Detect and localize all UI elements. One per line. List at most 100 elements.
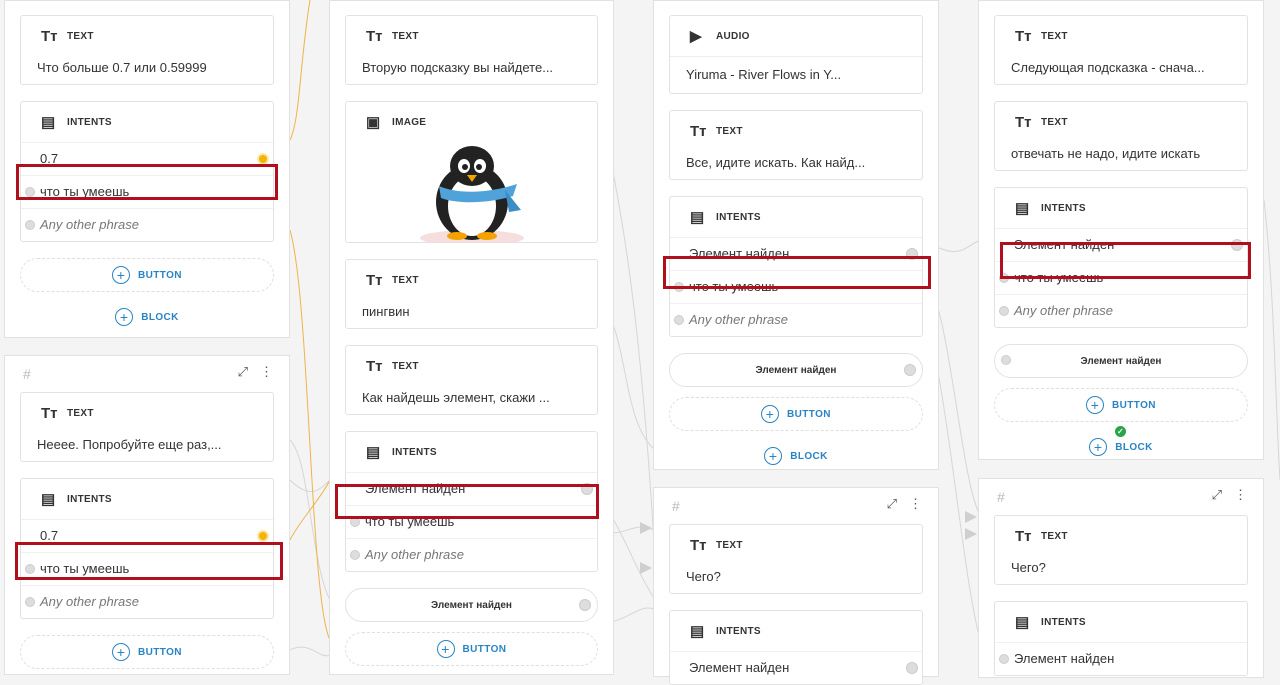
intent-row-other[interactable]: Any other phrase xyxy=(21,585,273,618)
intents-icon: ▤ xyxy=(41,491,56,508)
text-content: Вторую подсказку вы найдете... xyxy=(362,60,554,75)
text-card[interactable]: Tт TEXT отвечать не надо, идите искать xyxy=(994,101,1248,171)
add-button-button[interactable]: + BUTTON xyxy=(20,258,274,292)
text-label: TEXT xyxy=(67,30,94,42)
text-label: TEXT xyxy=(1041,530,1068,542)
intent-row[interactable]: что ты умеешь xyxy=(346,505,597,538)
connector-dot[interactable] xyxy=(25,564,35,574)
text-label: TEXT xyxy=(392,30,419,42)
image-card[interactable]: ▣ IMAGE xyxy=(345,101,598,243)
add-block-button[interactable]: + BLOCK xyxy=(654,441,938,471)
add-block-button[interactable]: ✓ + BLOCK xyxy=(979,426,1263,462)
add-block-button[interactable]: + BLOCK xyxy=(5,302,289,332)
text-content: отвечать не надо, идите искать xyxy=(1011,146,1201,161)
intents-label: INTENTS xyxy=(67,493,112,505)
text-label: TEXT xyxy=(392,274,419,286)
connector-dot[interactable] xyxy=(350,517,360,527)
intent-row-other[interactable]: Any other phrase xyxy=(346,538,597,571)
text-type-icon: Tт xyxy=(690,122,707,140)
connector-dot[interactable] xyxy=(25,187,35,197)
audio-label: AUDIO xyxy=(716,30,750,42)
plus-icon: + xyxy=(112,266,131,284)
intents-card[interactable]: ▤ INTENTS 0.7 что ты умеешь Any other phr… xyxy=(20,101,274,242)
text-card[interactable]: Tт TEXT Чего? xyxy=(994,515,1248,585)
intents-card[interactable]: ▤ INTENTS Элемент найден xyxy=(994,601,1248,676)
play-icon: ▶ xyxy=(690,28,702,45)
plus-icon: + xyxy=(761,405,780,423)
intent-row[interactable]: Элемент найден xyxy=(995,228,1247,261)
text-type-icon: Tт xyxy=(1015,113,1032,131)
text-card[interactable]: Tт TEXT пингвин xyxy=(345,259,598,329)
connect-icon[interactable]: ⤢ xyxy=(1212,488,1222,502)
connector-dot[interactable] xyxy=(257,530,269,542)
intents-icon: ▤ xyxy=(366,444,381,461)
intent-row-other[interactable]: Any other phrase xyxy=(21,208,273,241)
text-content: Чего? xyxy=(1011,560,1046,575)
connector-dot[interactable] xyxy=(581,483,593,495)
text-card[interactable]: Tт TEXT Как найдешь элемент, скажи ... xyxy=(345,345,598,415)
column-3-block-1: ▶ AUDIO Yiruma - River Flows in Y... Tт TE… xyxy=(653,0,939,470)
add-button-button[interactable]: + BUTTON xyxy=(20,635,274,669)
text-card[interactable]: Tт TEXT Нееее. Попробуйте еще раз,... xyxy=(20,392,274,462)
connector-dot[interactable] xyxy=(906,248,918,260)
intent-row[interactable]: 0.7 xyxy=(21,142,273,175)
connector-dot[interactable] xyxy=(999,306,1009,316)
connector-dot[interactable] xyxy=(999,654,1009,664)
more-icon[interactable]: ⋮ xyxy=(260,365,273,379)
connect-icon[interactable]: ⤢ xyxy=(887,497,897,511)
intent-row[interactable]: Элемент найден xyxy=(670,237,922,270)
intent-row[interactable]: что ты умеешь xyxy=(670,270,922,303)
connector-dot[interactable] xyxy=(1231,239,1243,251)
intent-row[interactable]: что ты умеешь xyxy=(21,552,273,585)
intents-card[interactable]: ▤ INTENTS Элемент найден что ты умеешь An… xyxy=(669,196,923,337)
add-button-button[interactable]: + BUTTON xyxy=(669,397,923,431)
plus-icon: + xyxy=(115,308,134,326)
connector-dot[interactable] xyxy=(25,597,35,607)
audio-card[interactable]: ▶ AUDIO Yiruma - River Flows in Y... xyxy=(669,15,923,94)
intents-card[interactable]: ▤ INTENTS Элемент найден что ты умеешь An… xyxy=(994,187,1248,328)
text-card[interactable]: Tт TEXT Следующая подсказка - снача... xyxy=(994,15,1248,85)
intent-row-other[interactable]: Any other phrase xyxy=(995,294,1247,327)
add-button-button[interactable]: + BUTTON xyxy=(345,632,598,666)
text-content: Что больше 0.7 или 0.59999 xyxy=(37,60,207,75)
connector-dot[interactable] xyxy=(350,550,360,560)
text-card[interactable]: Tт TEXT Что больше 0.7 или 0.59999 xyxy=(20,15,274,85)
intents-card[interactable]: ▤ INTENTS Элемент найден xyxy=(669,610,923,685)
connector-dot[interactable] xyxy=(25,220,35,230)
image-icon: ▣ xyxy=(366,114,381,131)
connector-dot[interactable] xyxy=(579,599,591,611)
button-element-found[interactable]: Элемент найден xyxy=(669,353,923,387)
text-card[interactable]: Tт TEXT Все, идите искать. Как найд... xyxy=(669,110,923,180)
intent-row-other[interactable]: Any other phrase xyxy=(670,303,922,336)
connector-dot[interactable] xyxy=(999,273,1009,283)
text-content: пингвин xyxy=(362,304,410,319)
intent-row[interactable]: что ты умеешь xyxy=(995,261,1247,294)
intents-card[interactable]: ▤ INTENTS 0.7 что ты умеешь Any other phr… xyxy=(20,478,274,619)
more-icon[interactable]: ⋮ xyxy=(909,497,922,511)
more-icon[interactable]: ⋮ xyxy=(1234,488,1247,502)
text-label: TEXT xyxy=(67,407,94,419)
connector-dot[interactable] xyxy=(904,364,916,376)
text-card[interactable]: Tт TEXT Чего? xyxy=(669,524,923,594)
text-card[interactable]: Tт TEXT Вторую подсказку вы найдете... xyxy=(345,15,598,85)
connect-icon[interactable]: ⤢ xyxy=(238,365,248,379)
button-element-found[interactable]: Элемент найден xyxy=(345,588,598,622)
text-label: TEXT xyxy=(392,360,419,372)
connector-dot[interactable] xyxy=(257,153,269,165)
connector-dot[interactable] xyxy=(674,282,684,292)
plus-icon: + xyxy=(1089,438,1108,456)
text-content: Чего? xyxy=(686,569,721,584)
connector-dot[interactable] xyxy=(1001,355,1011,365)
intent-row[interactable]: Элемент найден xyxy=(346,472,597,505)
intent-row[interactable]: Элемент найден xyxy=(995,642,1247,675)
button-element-found[interactable]: Элемент найден xyxy=(994,344,1248,378)
add-button-button[interactable]: + BUTTON xyxy=(994,388,1248,422)
intents-card[interactable]: ▤ INTENTS Элемент найден что ты умеешь An… xyxy=(345,431,598,572)
image-label: IMAGE xyxy=(392,116,427,128)
intent-row[interactable]: что ты умеешь xyxy=(21,175,273,208)
text-content: Как найдешь элемент, скажи ... xyxy=(362,390,550,405)
connector-dot[interactable] xyxy=(674,315,684,325)
plus-icon: + xyxy=(112,643,131,661)
intent-row[interactable]: 0.7 xyxy=(21,519,273,552)
connector-dot[interactable] xyxy=(906,662,918,674)
